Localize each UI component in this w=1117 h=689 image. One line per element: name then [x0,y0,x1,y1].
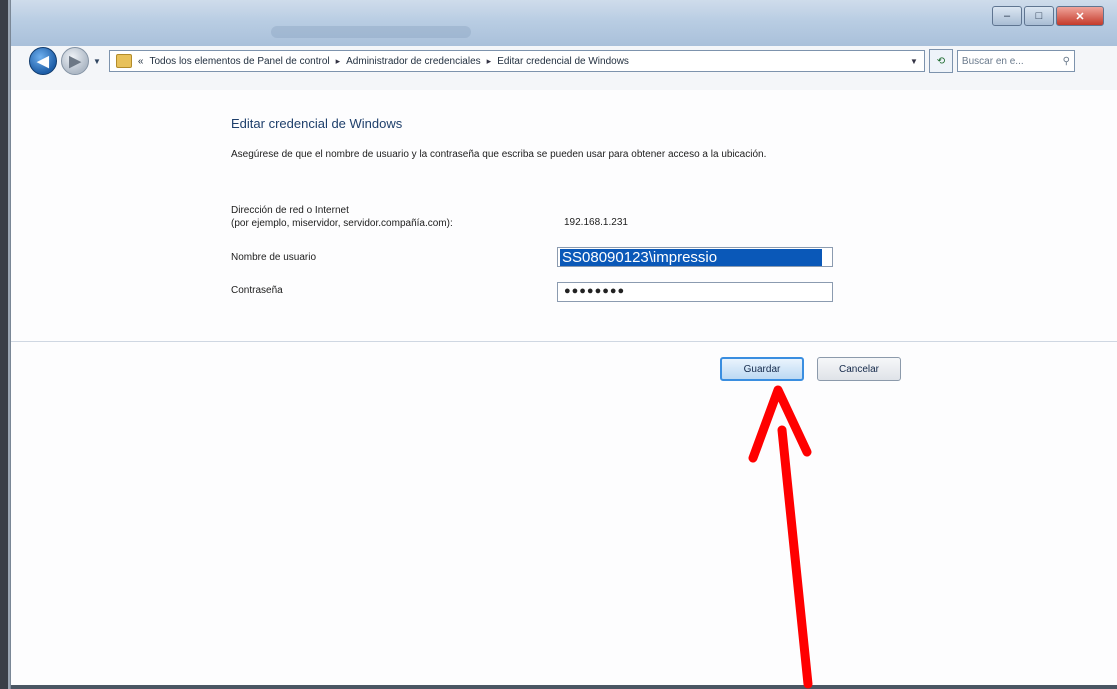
window-controls: – □ ✕ [992,6,1104,26]
page-description: Asegúrese de que el nombre de usuario y … [231,149,767,160]
minimize-icon: – [1003,10,1011,22]
refresh-button[interactable]: ⟲ [928,49,953,73]
section-divider [11,341,1117,342]
control-panel-icon [115,54,132,68]
close-icon: ✕ [1075,10,1085,23]
breadcrumb-separator-icon[interactable]: ▸ [487,56,492,67]
username-selected-text: SS08090123\impressio [560,249,822,266]
address-bar[interactable]: « Todos los elementos de Panel de contro… [108,50,925,72]
save-button[interactable]: Guardar [720,357,804,381]
password-field[interactable]: ●●●●●●●● [557,282,833,302]
address-dropdown-icon[interactable]: ▼ [910,57,918,66]
history-dropdown-icon[interactable]: ▼ [93,57,101,66]
network-address-label-line1: Dirección de red o Internet [231,205,349,216]
breadcrumb-item-all-control-panel[interactable]: Todos los elementos de Panel de control [149,56,329,67]
password-label: Contraseña [231,285,283,296]
forward-button[interactable]: ▶ [61,47,89,75]
network-address-label-line2: (por ejemplo, miservidor, servidor.compa… [231,218,453,229]
username-field[interactable]: SS08090123\impressio [557,247,833,267]
breadcrumb-separator-icon[interactable]: ▸ [336,56,341,67]
search-box[interactable]: Buscar en e... ⚲ [956,50,1075,72]
search-icon[interactable]: ⚲ [1063,56,1070,67]
network-address-label: Dirección de red o Internet (por ejemplo… [231,204,453,230]
username-label: Nombre de usuario [231,252,317,263]
explorer-window: – □ ✕ ◀ ▶ ▼ « Todos los elementos de Pan… [10,0,1117,689]
title-bar: – □ ✕ [11,0,1117,46]
breadcrumb-item-credential-manager[interactable]: Administrador de credenciales [346,56,481,67]
search-input[interactable]: Buscar en e... [962,56,1024,67]
back-arrow-icon: ◀ [37,53,49,70]
page-title: Editar credencial de Windows [231,116,403,131]
main-content: Editar credencial de Windows Asegúrese d… [11,90,1117,689]
maximize-icon: □ [1035,10,1043,22]
window-bottom-edge [11,685,1117,689]
maximize-button[interactable]: □ [1024,6,1054,26]
close-button[interactable]: ✕ [1056,6,1104,26]
breadcrumb-item-edit-credential[interactable]: Editar credencial de Windows [497,56,629,67]
network-address-value: 192.168.1.231 [564,217,628,228]
cancel-button[interactable]: Cancelar [817,357,901,381]
forward-arrow-icon: ▶ [69,53,81,70]
navigation-bar: ◀ ▶ ▼ « Todos los elementos de Panel de … [29,47,1117,75]
refresh-icon: ⟲ [936,55,946,67]
breadcrumb-back[interactable]: « [138,56,144,67]
back-button[interactable]: ◀ [29,47,57,75]
minimize-button[interactable]: – [992,6,1022,26]
title-bar-text-blur [271,26,471,38]
